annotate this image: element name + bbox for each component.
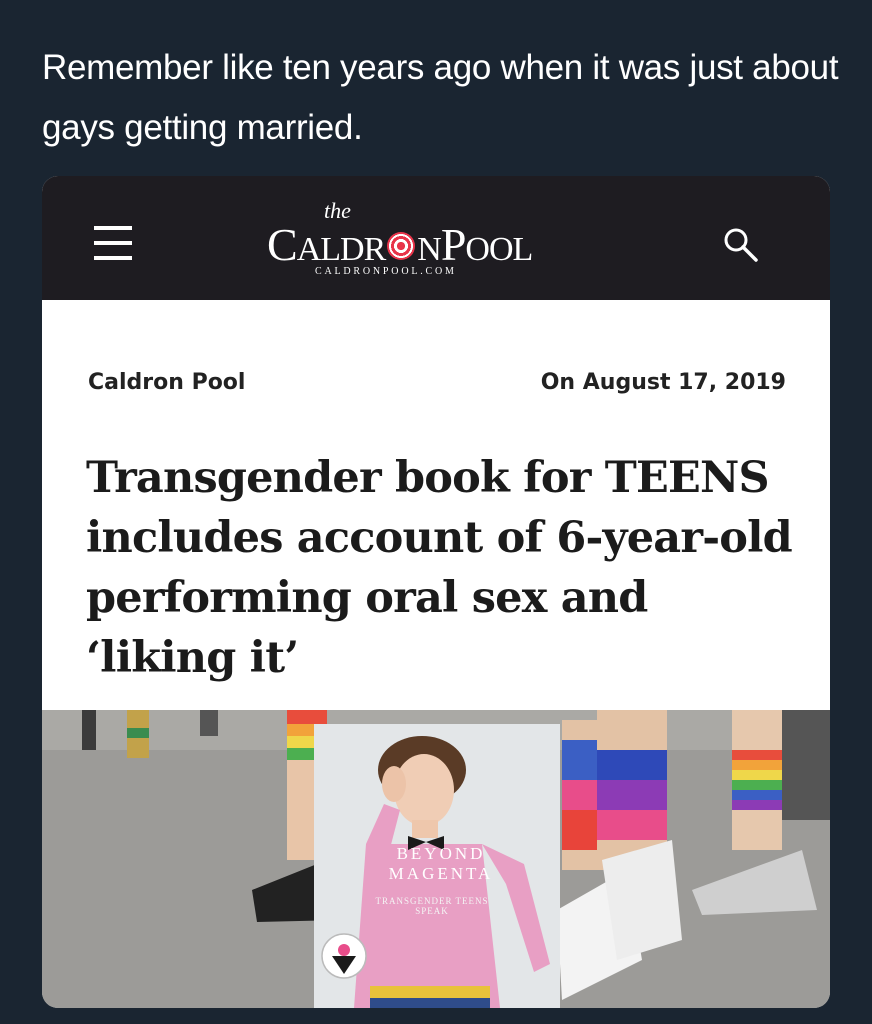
logo-wordmark: CALDR NPOOL xyxy=(267,219,533,270)
tweet-text: Remember like ten years ago when it was … xyxy=(42,48,839,147)
target-icon xyxy=(387,232,416,260)
article-photo: BEYOND MAGENTA TRANSGENDER TEENS SPEAK xyxy=(42,710,830,1008)
site-logo[interactable]: the CALDR NPOOL CALDRONPOOL.COM xyxy=(267,198,647,288)
article-date: On August 17, 2019 xyxy=(540,370,786,395)
hamburger-icon[interactable] xyxy=(94,226,132,260)
book-title: BEYOND MAGENTA xyxy=(388,844,494,883)
book-subtitle: TRANSGENDER TEENS SPEAK xyxy=(375,896,489,916)
search-icon[interactable] xyxy=(720,224,762,266)
logo-url: CALDRONPOOL.COM xyxy=(315,266,457,277)
article-headline[interactable]: Transgender book for TEENS includes acco… xyxy=(86,448,806,688)
article-header: Caldron Pool On August 17, 2019 Transgen… xyxy=(42,300,830,710)
article-author[interactable]: Caldron Pool xyxy=(88,370,245,395)
site-header: the CALDR NPOOL CALDRONPOOL.COM xyxy=(42,176,830,300)
article-card[interactable]: the CALDR NPOOL CALDRONPOOL.COM Caldron P… xyxy=(42,176,830,1008)
book-cover: BEYOND MAGENTA TRANSGENDER TEENS SPEAK xyxy=(314,724,560,1008)
